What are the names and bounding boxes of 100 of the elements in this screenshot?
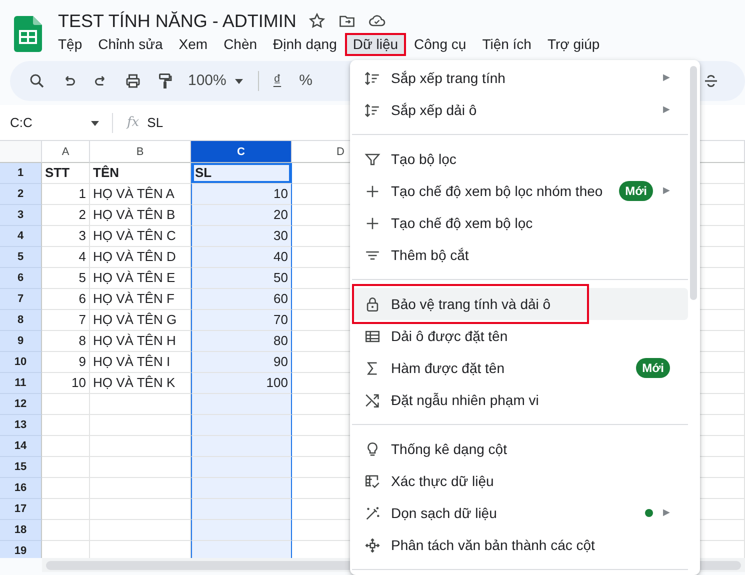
submenu-arrow-icon: ▶ bbox=[663, 103, 670, 117]
row-header[interactable]: 13 bbox=[0, 415, 42, 436]
table-cell: 10 bbox=[42, 373, 90, 394]
star-icon[interactable] bbox=[308, 12, 326, 30]
table-cell: 8 bbox=[42, 331, 90, 352]
option-label: Sắp xếp dải ô bbox=[391, 100, 477, 120]
sort-icon bbox=[364, 102, 381, 118]
name-box[interactable]: C:C bbox=[10, 112, 90, 132]
fx-icon: fx bbox=[127, 112, 140, 132]
menu-option[interactable]: Tạo chế độ xem bộ lọc nhóm theo Mới ▶ bbox=[352, 175, 688, 207]
menu-option[interactable]: Sắp xếp trang tính ▶ bbox=[352, 62, 688, 94]
search-icon[interactable] bbox=[28, 72, 46, 90]
row-header[interactable]: 17 bbox=[0, 499, 42, 520]
column-header[interactable]: B bbox=[90, 141, 191, 163]
menu-item[interactable]: Chỉnh sửa bbox=[90, 33, 171, 56]
menu-item[interactable]: Xem bbox=[170, 33, 216, 56]
percent-format-button[interactable]: % bbox=[299, 70, 312, 92]
formula-field[interactable]: SL bbox=[147, 112, 164, 132]
option-label: Phân tách văn bản thành các cột bbox=[391, 536, 595, 554]
table-cell: SL bbox=[191, 163, 292, 184]
column-header[interactable]: C bbox=[191, 141, 292, 163]
menu-item[interactable]: Tiện ích bbox=[474, 33, 540, 56]
submenu-arrow-icon: ▶ bbox=[663, 506, 670, 520]
strikethrough-icon[interactable] bbox=[702, 72, 720, 90]
menu-item[interactable]: Định dạng bbox=[265, 33, 345, 56]
option-label: Sắp xếp trang tính bbox=[391, 68, 506, 88]
option-label: Thêm bộ cắt bbox=[391, 246, 469, 264]
row-header[interactable]: 14 bbox=[0, 436, 42, 457]
submenu-arrow-icon: ▶ bbox=[663, 71, 670, 85]
option-label: Tạo bộ lọc bbox=[391, 150, 456, 168]
row-header[interactable]: 5 bbox=[0, 247, 42, 268]
table-cell: 90 bbox=[191, 352, 292, 373]
table-cell: 7 bbox=[42, 310, 90, 331]
zoom-select[interactable]: 100% bbox=[188, 70, 226, 92]
sort-icon bbox=[364, 70, 381, 86]
menu-option[interactable]: Hàm được đặt tên Mới bbox=[352, 352, 688, 384]
paint-roller-icon[interactable] bbox=[156, 72, 174, 90]
row-header[interactable]: 7 bbox=[0, 289, 42, 310]
menu-item[interactable]: Tệp bbox=[50, 33, 90, 56]
menu-option[interactable]: Thống kê dạng cột bbox=[352, 433, 688, 465]
print-icon[interactable] bbox=[124, 72, 142, 90]
option-label: Dọn sạch dữ liệu bbox=[391, 504, 497, 522]
row-header[interactable]: 12 bbox=[0, 394, 42, 415]
table-cell: 3 bbox=[42, 226, 90, 247]
menu-option[interactable]: Tạo chế độ xem bộ lọc bbox=[352, 207, 688, 239]
sheets-logo-icon[interactable] bbox=[14, 16, 42, 52]
menu-option[interactable]: Phân tách văn bản thành các cột bbox=[352, 529, 688, 561]
table-cell bbox=[42, 457, 90, 478]
menu-option[interactable]: Đặt ngẫu nhiên phạm vi bbox=[352, 384, 688, 416]
option-label: Đặt ngẫu nhiên phạm vi bbox=[391, 390, 539, 410]
new-badge: Mới bbox=[619, 181, 653, 201]
new-badge: Mới bbox=[636, 358, 670, 378]
table-cell: 4 bbox=[42, 247, 90, 268]
row-header[interactable]: 15 bbox=[0, 457, 42, 478]
table-cell bbox=[42, 520, 90, 541]
row-header[interactable]: 6 bbox=[0, 268, 42, 289]
column-header[interactable]: A bbox=[42, 141, 90, 163]
menu-option[interactable]: Thêm bộ cắt bbox=[352, 239, 688, 271]
table-cell: 70 bbox=[191, 310, 292, 331]
row-header[interactable]: 19 bbox=[0, 541, 42, 558]
menu-item[interactable]: Dữ liệu bbox=[344, 33, 406, 56]
caret-icon[interactable] bbox=[234, 76, 244, 86]
table-cell: STT bbox=[42, 163, 90, 184]
row-header[interactable]: 8 bbox=[0, 310, 42, 331]
menu-option[interactable]: Sắp xếp dải ô ▶ bbox=[352, 94, 688, 126]
menu-item[interactable]: Chèn bbox=[216, 33, 266, 56]
row-header[interactable]: 1 bbox=[0, 163, 42, 184]
submenu-arrow-icon: ▶ bbox=[663, 184, 670, 198]
row-header[interactable]: 3 bbox=[0, 205, 42, 226]
option-label: Thống kê dạng cột bbox=[391, 440, 507, 459]
table-cell: 5 bbox=[42, 268, 90, 289]
magic-wand-icon bbox=[364, 504, 381, 522]
menu-option[interactable]: Xác thực dữ liệu bbox=[352, 465, 688, 497]
row-header[interactable]: 4 bbox=[0, 226, 42, 247]
document-title[interactable]: TEST TÍNH NĂNG - ADTIMIN bbox=[58, 10, 296, 32]
menu-scrollbar[interactable] bbox=[690, 66, 697, 300]
table-cell: 30 bbox=[191, 226, 292, 247]
split-icon bbox=[364, 536, 381, 554]
currency-format-button[interactable]: ₫ bbox=[273, 70, 282, 92]
table-cell: 50 bbox=[191, 268, 292, 289]
table-cell: 80 bbox=[191, 331, 292, 352]
row-header[interactable]: 9 bbox=[0, 331, 42, 352]
menu-option[interactable]: Dải ô được đặt tên bbox=[352, 320, 688, 352]
option-label: Xác thực dữ liệu bbox=[391, 472, 494, 490]
menu-item[interactable]: Công cụ bbox=[406, 33, 474, 56]
table-cell: 2 bbox=[42, 205, 90, 226]
table-cell bbox=[42, 499, 90, 520]
table-cell: 20 bbox=[191, 205, 292, 226]
menu-item[interactable]: Trợ giúp bbox=[539, 33, 608, 56]
row-header[interactable]: 18 bbox=[0, 520, 42, 541]
row-header[interactable]: 16 bbox=[0, 478, 42, 499]
table-cell bbox=[42, 394, 90, 415]
table-cell bbox=[42, 436, 90, 457]
row-header[interactable]: 10 bbox=[0, 352, 42, 373]
option-label: Tạo chế độ xem bộ lọc nhóm theo bbox=[391, 182, 603, 200]
table-cell: 10 bbox=[191, 184, 292, 205]
row-header[interactable]: 2 bbox=[0, 184, 42, 205]
table-cell bbox=[42, 478, 90, 499]
menu-option[interactable]: Dọn sạch dữ liệu ▶ bbox=[352, 497, 688, 529]
row-header[interactable]: 11 bbox=[0, 373, 42, 394]
